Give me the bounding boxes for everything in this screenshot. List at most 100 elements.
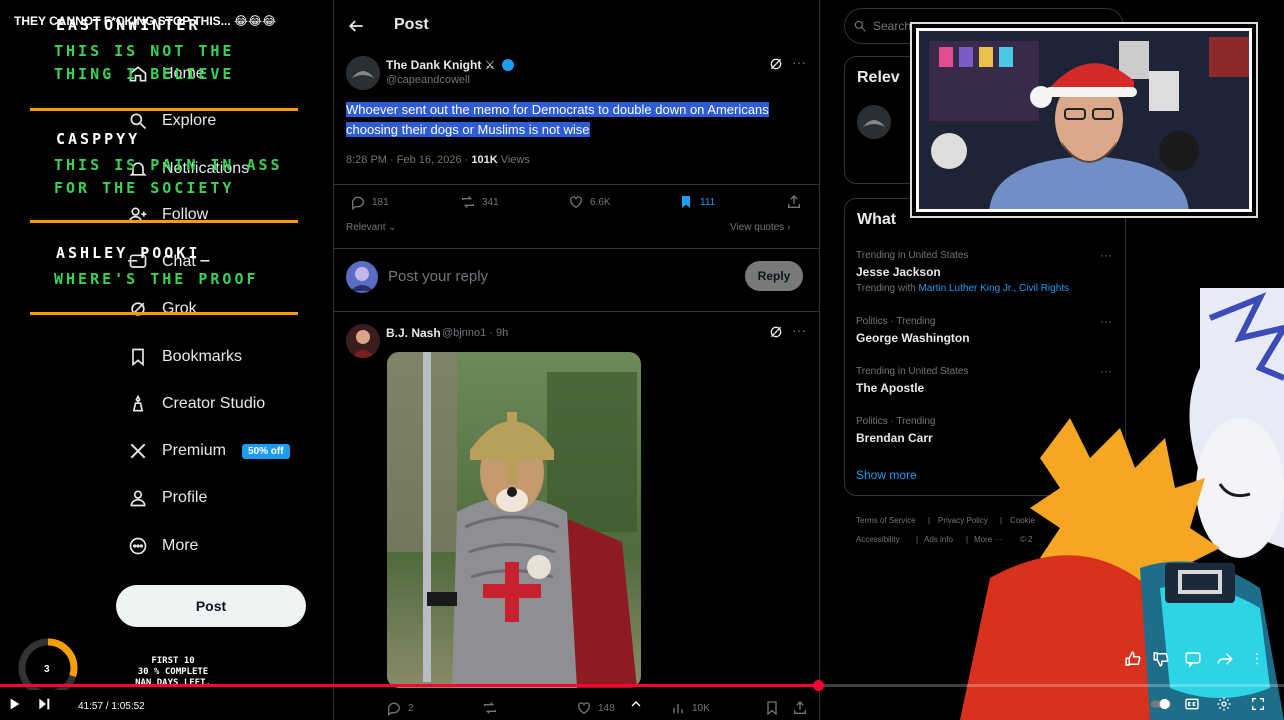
panel-title: Relev (857, 69, 900, 86)
back-arrow-icon[interactable] (346, 16, 366, 36)
thumbs-up-icon[interactable] (1124, 650, 1142, 668)
more-circle-icon (128, 536, 148, 556)
nav-label: Bookmarks (162, 348, 243, 365)
trend-meta: Trending in United States (856, 366, 969, 377)
heart-icon (570, 196, 582, 209)
nav-label: Premium (162, 442, 227, 459)
tweet-time: 8:28 PM · Feb 16, 2026 · (346, 154, 472, 166)
like-action[interactable]: 6.6K (568, 194, 611, 210)
footer-link-terms[interactable]: Terms of Service (856, 516, 916, 525)
autoplay-toggle-icon[interactable] (1150, 696, 1172, 712)
sort-dropdown[interactable]: Relevant ⌄ (346, 222, 397, 233)
author-name[interactable]: The Dank Knight ⚔ (386, 58, 514, 72)
bookmark-count: 111 (700, 196, 716, 208)
footer-separator: | (916, 535, 919, 544)
author-avatar[interactable] (346, 56, 380, 90)
chevron-up-icon[interactable] (628, 696, 644, 712)
footer-link-accessibility[interactable]: Accessibility (856, 535, 900, 544)
comment-icon[interactable] (1184, 650, 1202, 668)
repost-action[interactable]: 341 (460, 194, 499, 210)
reply-button[interactable]: Reply (745, 261, 803, 291)
tweet-timestamp: 8:28 PM · Feb 16, 2026 · 101K Views (346, 154, 530, 166)
chat-message: THIS IS PAIN IN ASS FOR THE SOCIETY (54, 156, 283, 197)
share-icon[interactable] (786, 194, 802, 210)
tweet-text-highlighted: Whoever sent out the memo for Democrats … (346, 102, 769, 137)
chat-username: EASTONWINTER (56, 16, 201, 34)
nav-label: Profile (162, 489, 208, 506)
nav-label: Creator Studio (162, 395, 266, 412)
author-handle[interactable]: @capeandcowell (386, 74, 470, 86)
trend-name: The Apostle (856, 381, 925, 395)
grok-icon[interactable] (768, 324, 784, 340)
reply-icon (352, 196, 364, 210)
more-options-icon[interactable]: ··· (792, 54, 806, 70)
verified-badge-icon (501, 59, 514, 71)
reply-author-handle[interactable]: @bjnno1 · 9h (442, 327, 508, 339)
bookmark-icon (128, 347, 148, 367)
tweet-views-count: 101K (471, 154, 498, 166)
repost-count: 341 (482, 196, 499, 208)
more-options-icon[interactable]: ··· (1100, 248, 1112, 262)
footer-link-ads-info[interactable]: Ads info (924, 535, 953, 544)
trend-name: Jesse Jackson (856, 265, 941, 279)
more-options-icon[interactable]: ··· (792, 322, 806, 338)
reply-author-avatar[interactable] (346, 324, 380, 358)
nav-item-more[interactable]: More (128, 532, 198, 560)
trend-extra-prefix: Trending with (856, 283, 919, 294)
search-icon (854, 20, 866, 32)
relevant-avatar[interactable] (857, 105, 891, 139)
premium-discount-badge: 50% off (242, 443, 290, 459)
fullscreen-icon[interactable] (1250, 696, 1266, 712)
sort-label: Relevant (346, 222, 386, 233)
divider (334, 184, 819, 185)
creator-studio-icon (128, 394, 148, 414)
video-time: 41:57 / 1:05:52 (78, 701, 145, 712)
search-placeholder: Search (873, 19, 912, 33)
captions-icon[interactable] (1184, 696, 1200, 712)
author-name-text: The Dank Knight ⚔ (386, 58, 496, 72)
show-more-link[interactable]: Show more (856, 468, 917, 482)
streamer-webcam (916, 28, 1252, 212)
bookmark-action[interactable]: 111 (678, 194, 715, 210)
goal-percent-text: 30 % COMPLETE (137, 667, 209, 677)
video-progress-bar[interactable] (0, 680, 1284, 691)
reply-action[interactable]: 181 (350, 194, 389, 210)
play-icon[interactable] (6, 696, 22, 712)
nav-item-creator-studio[interactable]: Creator Studio (128, 390, 265, 418)
panel-title: What (857, 211, 897, 228)
stream-goal-widget: 3 FIRST 10 30 % COMPLETE NAN DAYS LEFT. (8, 632, 278, 690)
share-arrow-icon[interactable] (1216, 650, 1234, 668)
my-avatar[interactable] (346, 261, 378, 293)
trend-name: Brendan Carr (856, 431, 933, 445)
reply-image[interactable] (387, 352, 641, 688)
like-count: 6.6K (590, 196, 611, 208)
chat-username: CASPPYY (56, 130, 141, 148)
next-icon[interactable] (36, 696, 52, 712)
chat-divider (30, 220, 298, 223)
chevron-down-icon: ⌄ (388, 222, 397, 233)
more-vertical-icon[interactable]: ⋮ (1250, 650, 1268, 668)
nav-item-profile[interactable]: Profile (128, 484, 207, 512)
post-button[interactable]: Post (116, 585, 306, 627)
post-header: Post (334, 0, 819, 52)
trend-meta: Trending in United States (856, 250, 969, 261)
trend-meta: Politics · Trending (856, 316, 936, 327)
nav-item-bookmarks[interactable]: Bookmarks (128, 343, 242, 371)
trend-name: George Washington (856, 331, 970, 345)
grok-icon[interactable] (768, 56, 784, 72)
nav-item-premium[interactable]: Premium 50% off (128, 437, 290, 465)
goal-progress-ring (18, 638, 78, 690)
thumbs-down-icon[interactable] (1152, 650, 1170, 668)
repost-icon (462, 196, 474, 208)
goal-count: 3 (44, 664, 50, 675)
video-controls: 41:57 / 1:05:52 (0, 690, 1284, 720)
reply-input[interactable]: Post your reply (388, 268, 488, 285)
page-title: Post (394, 16, 429, 33)
chat-divider (30, 108, 298, 111)
person-icon (128, 488, 148, 508)
reply-author-name[interactable]: B.J. Nash (386, 326, 441, 340)
view-quotes-link[interactable]: View quotes › (730, 222, 790, 233)
vtuber-avatar (960, 288, 1284, 720)
settings-gear-icon[interactable] (1216, 696, 1232, 712)
chat-message: THIS IS NOT THE THING I BELIEVE (54, 42, 235, 83)
